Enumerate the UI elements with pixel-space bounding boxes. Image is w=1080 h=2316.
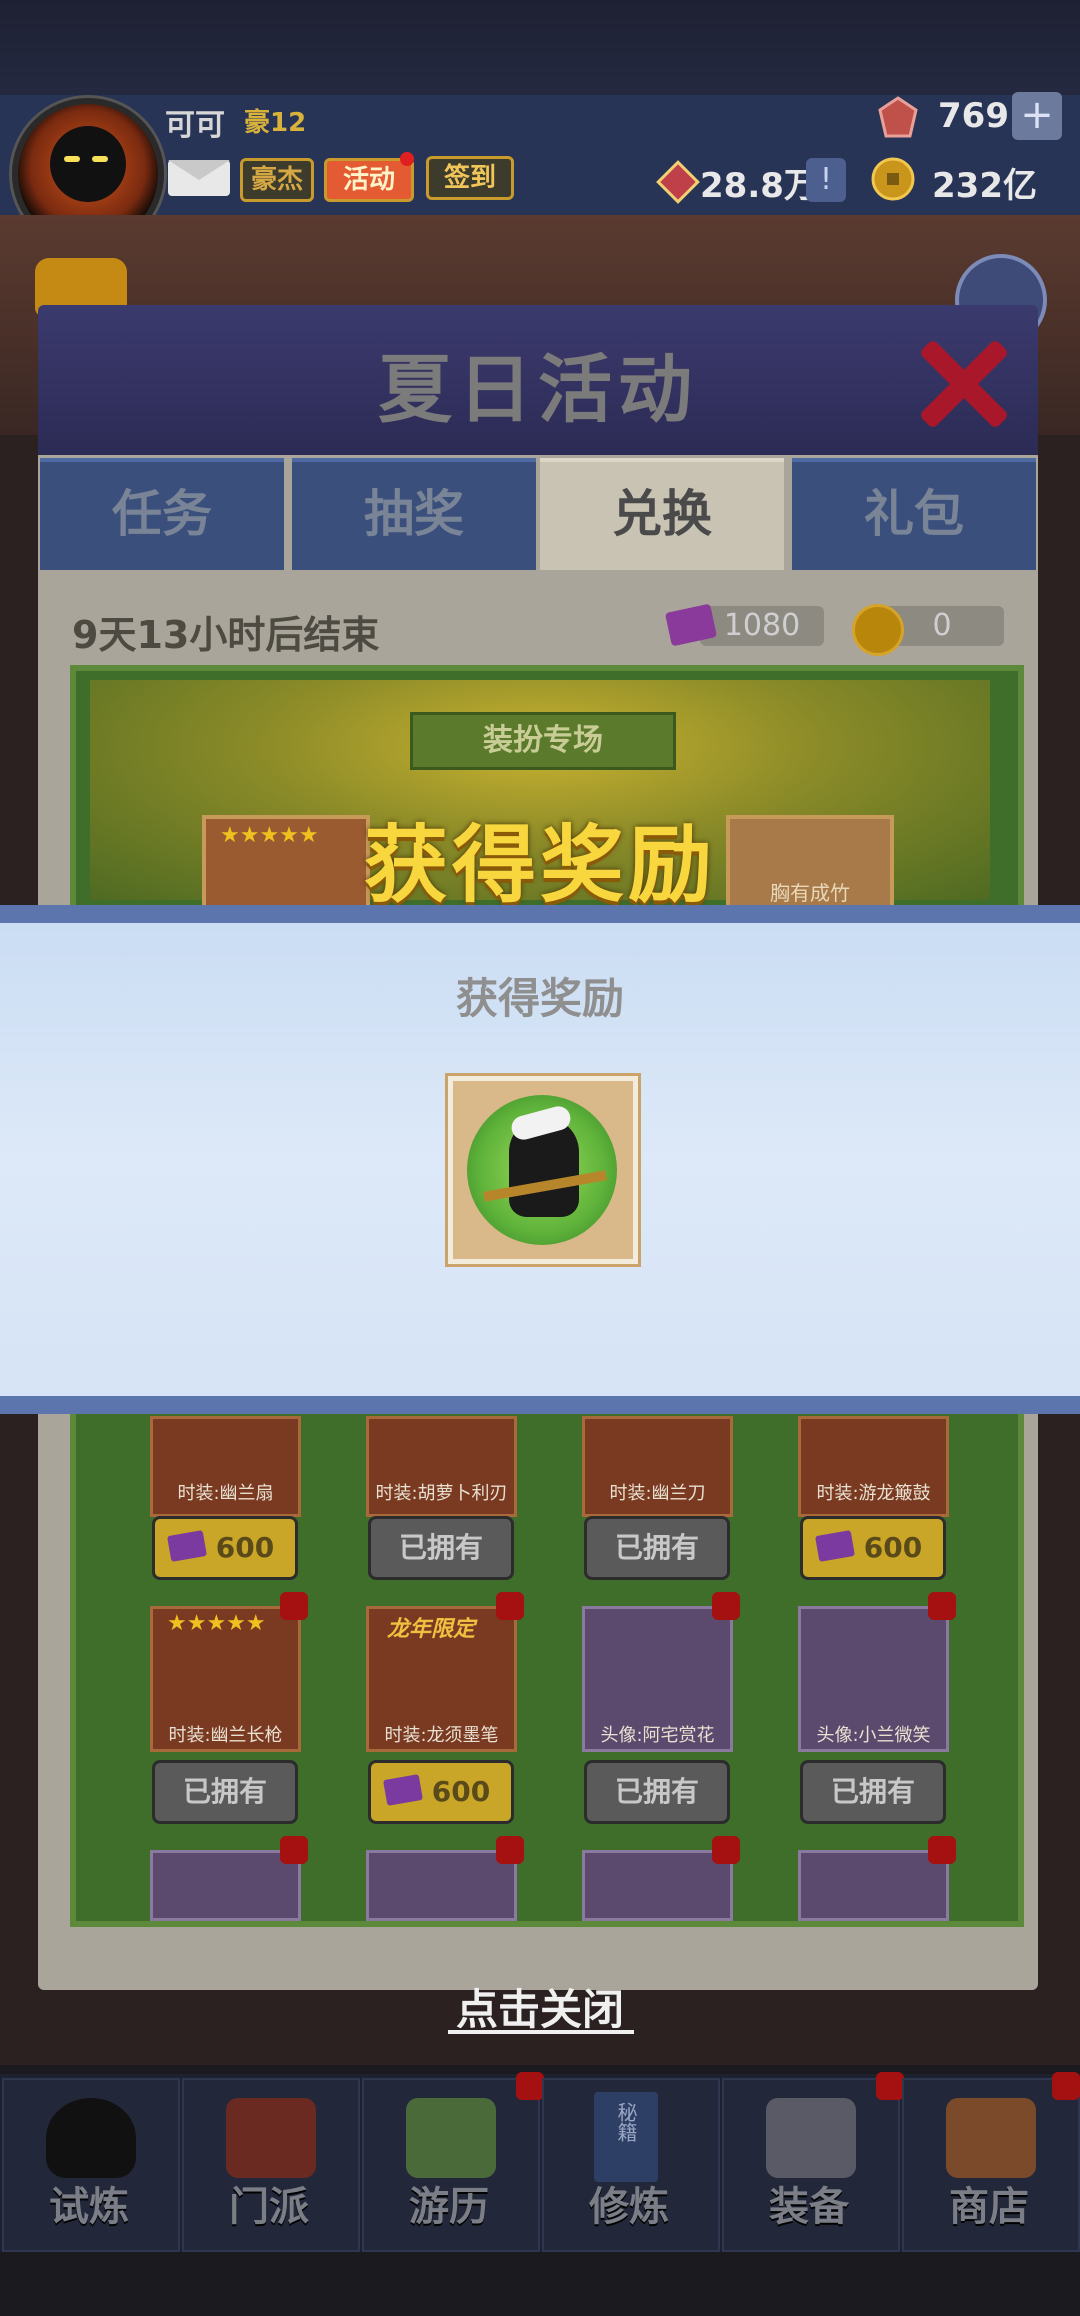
buy-button[interactable]: 600 xyxy=(368,1760,514,1824)
mountain-icon xyxy=(406,2098,496,2178)
shop-item-label: 头像:阿宅赏花 xyxy=(600,1725,715,1746)
nav-cultivate-label: 修炼 xyxy=(589,2184,669,2230)
limited-tag: 龙年限定 xyxy=(387,1617,476,1642)
add-gems-button[interactable]: + xyxy=(1012,92,1062,140)
shop-item-label: 时装:幽兰刀 xyxy=(609,1483,706,1504)
shop-item[interactable] xyxy=(582,1850,733,1921)
buy-button[interactable]: 600 xyxy=(152,1516,298,1580)
owned-button[interactable]: 已拥有 xyxy=(584,1516,730,1580)
owned-button[interactable]: 已拥有 xyxy=(152,1760,298,1824)
shop-item[interactable]: 头像:阿宅赏花 xyxy=(582,1606,733,1752)
player-name: 可可 xyxy=(165,108,225,143)
new-badge xyxy=(280,1836,308,1864)
ticket-icon xyxy=(815,1530,855,1562)
new-badge xyxy=(928,1836,956,1864)
notification-dot xyxy=(400,152,414,166)
avatar-eye xyxy=(64,156,80,162)
reward-popup-title: 获得奖励 xyxy=(455,974,624,1023)
tab-exchange[interactable]: 兑换 xyxy=(540,458,784,570)
owned-button[interactable]: 已拥有 xyxy=(800,1760,946,1824)
ninja-icon xyxy=(46,2098,136,2178)
new-badge xyxy=(712,1836,740,1864)
event-countdown: 9天13小时后结束 xyxy=(72,613,380,657)
shop-item[interactable]: 时装:幽兰扇 xyxy=(150,1416,301,1517)
shop-item[interactable]: 时装:幽兰刀 xyxy=(582,1416,733,1517)
shop-item-label: 时装:胡萝卜利刃 xyxy=(375,1483,508,1504)
notification-dot xyxy=(516,2072,544,2100)
tab-gift-pack[interactable]: 礼包 xyxy=(792,458,1036,570)
sword-icon xyxy=(766,2098,856,2178)
avatar-head xyxy=(50,126,126,202)
reward-item[interactable] xyxy=(448,1076,638,1264)
price-label: 600 xyxy=(215,1531,275,1564)
shop-item-label: 时装:龙须墨笔 xyxy=(384,1725,499,1746)
power-value: 28.8万 xyxy=(700,166,818,206)
power-info-button[interactable]: ! xyxy=(806,158,846,202)
notification-dot xyxy=(1052,2072,1080,2100)
price-label: 600 xyxy=(431,1775,491,1808)
sign-in-button[interactable]: 签到 xyxy=(426,156,514,200)
reward-banner-title: 获得奖励 xyxy=(363,816,716,914)
reward-popup-border-bottom xyxy=(0,1396,1080,1414)
new-badge xyxy=(496,1836,524,1864)
nav-equipment-label: 装备 xyxy=(769,2184,849,2230)
shop-item-label: 头像:小兰微笑 xyxy=(816,1725,931,1746)
shop-item[interactable]: ★★★★★ 时装:幽兰长枪 xyxy=(150,1606,301,1752)
shop-item-label: 时装:幽兰长枪 xyxy=(168,1725,283,1746)
shop-item[interactable]: 头像:小兰微笑 xyxy=(798,1606,949,1752)
new-badge xyxy=(928,1592,956,1620)
nav-travel-label: 游历 xyxy=(409,2184,489,2230)
price-label: 600 xyxy=(863,1531,923,1564)
shop-item[interactable] xyxy=(150,1850,301,1921)
ticket-count: 1080 xyxy=(700,606,824,646)
event-title: 夏日活动 xyxy=(378,347,698,433)
close-icon[interactable] xyxy=(914,336,1010,432)
nav-sect-label: 门派 xyxy=(229,2184,309,2230)
section-banner: 装扮专场 xyxy=(410,712,676,770)
scroll-icon-text: 秘籍 xyxy=(614,2102,638,2142)
nav-trial-label: 试炼 xyxy=(49,2184,129,2230)
new-badge xyxy=(496,1592,524,1620)
shop-item[interactable] xyxy=(366,1850,517,1921)
shop-item[interactable]: 时装:胡萝卜利刃 xyxy=(366,1416,517,1517)
ticket-icon xyxy=(167,1530,207,1562)
buy-button[interactable]: 600 xyxy=(800,1516,946,1580)
shop-icon xyxy=(946,2098,1036,2178)
notification-dot xyxy=(876,2072,904,2100)
avatar-eye xyxy=(92,156,108,162)
tab-tasks[interactable]: 任务 xyxy=(40,458,284,570)
power-icon xyxy=(656,160,700,204)
activity-button[interactable]: 活动 xyxy=(324,158,414,202)
tap-to-close-hint[interactable]: 点击关闭 xyxy=(0,1976,1080,2037)
owned-button[interactable]: 已拥有 xyxy=(584,1760,730,1824)
ticket-icon xyxy=(383,1774,423,1806)
gem-count: 769 xyxy=(938,96,1009,136)
shop-item[interactable]: 时装:游龙簸鼓 xyxy=(798,1416,949,1517)
tab-lottery[interactable]: 抽奖 xyxy=(292,458,536,570)
nav-shop-label: 商店 xyxy=(949,2184,1029,2230)
gold-value: 232亿 xyxy=(932,166,1037,206)
scroll-icon: 秘籍 xyxy=(594,2092,658,2182)
new-badge xyxy=(712,1592,740,1620)
shop-item[interactable]: 龙年限定 时装:龙须墨笔 xyxy=(366,1606,517,1752)
temple-icon xyxy=(226,2098,316,2178)
owned-button[interactable]: 已拥有 xyxy=(368,1516,514,1580)
new-badge xyxy=(280,1592,308,1620)
heroes-button[interactable]: 豪杰 xyxy=(240,158,314,202)
reward-popup-border-top xyxy=(0,905,1080,923)
gold-coin-icon xyxy=(870,156,915,201)
close-hint-underline xyxy=(448,2030,634,2034)
gem-icon xyxy=(876,96,918,138)
shop-item-label: 时装:幽兰扇 xyxy=(177,1483,274,1504)
shop-item[interactable] xyxy=(798,1850,949,1921)
vip-level: 豪12 xyxy=(244,108,307,138)
shop-item-label: 时装:游龙簸鼓 xyxy=(816,1483,931,1504)
mail-icon[interactable] xyxy=(168,160,230,196)
event-coin-icon xyxy=(852,604,904,656)
